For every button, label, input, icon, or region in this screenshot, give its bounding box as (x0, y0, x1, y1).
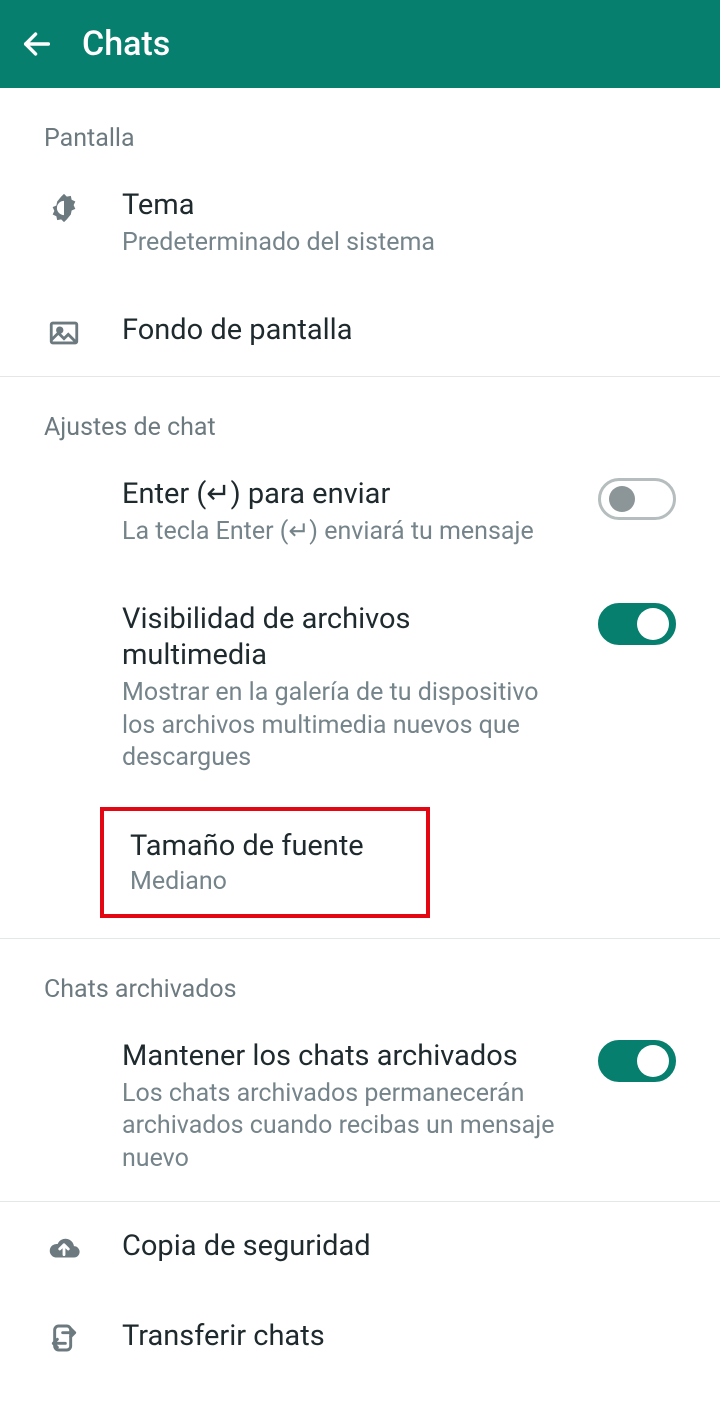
setting-backup-title: Copia de seguridad (122, 1228, 676, 1264)
setting-theme-title: Tema (122, 187, 676, 223)
transfer-icon (44, 1318, 84, 1354)
setting-transfer-chats[interactable]: Transferir chats (0, 1292, 720, 1380)
setting-keep-archived-subtitle: Los chats archivados permanecerán archiv… (122, 1078, 560, 1176)
setting-enter-to-send-title: Enter (↵) para enviar (122, 476, 560, 512)
toggle-media-visibility[interactable] (598, 603, 676, 645)
setting-media-visibility-subtitle: Mostrar en la galería de tu dispositivo … (122, 677, 560, 775)
setting-backup[interactable]: Copia de seguridad (0, 1202, 720, 1292)
back-icon[interactable] (20, 27, 54, 61)
toggle-enter-to-send[interactable] (598, 478, 676, 520)
setting-enter-to-send-subtitle: La tecla Enter (↵) enviará tu mensaje (122, 516, 560, 549)
setting-enter-to-send[interactable]: Enter (↵) para enviar La tecla Enter (↵)… (0, 450, 720, 575)
section-header-chat-settings: Ajustes de chat (0, 377, 720, 450)
theme-icon (44, 187, 84, 225)
setting-media-visibility-title: Visibilidad de archivos multimedia (122, 601, 560, 674)
spacer-icon (44, 476, 84, 480)
backup-icon (44, 1228, 84, 1266)
setting-font-size-title: Tamaño de fuente (130, 829, 400, 863)
setting-font-size-subtitle: Mediano (130, 867, 400, 896)
setting-media-visibility[interactable]: Visibilidad de archivos multimedia Mostr… (0, 575, 720, 801)
setting-keep-archived-title: Mantener los chats archivados (122, 1038, 560, 1074)
toggle-keep-archived[interactable] (598, 1040, 676, 1082)
setting-theme[interactable]: Tema Predeterminado del sistema (0, 161, 720, 286)
spacer-icon (44, 1038, 84, 1042)
section-header-archived: Chats archivados (0, 939, 720, 1012)
setting-theme-subtitle: Predeterminado del sistema (122, 227, 676, 260)
spacer-icon (44, 601, 84, 605)
page-title: Chats (82, 24, 170, 64)
setting-wallpaper-title: Fondo de pantalla (122, 312, 676, 348)
setting-wallpaper[interactable]: Fondo de pantalla (0, 286, 720, 376)
setting-keep-archived[interactable]: Mantener los chats archivados Los chats … (0, 1012, 720, 1202)
section-header-display: Pantalla (0, 88, 720, 161)
setting-font-size-highlighted[interactable]: Tamaño de fuente Mediano (100, 807, 430, 918)
setting-transfer-title: Transferir chats (122, 1318, 676, 1354)
wallpaper-icon (44, 312, 84, 350)
app-header: Chats (0, 0, 720, 88)
